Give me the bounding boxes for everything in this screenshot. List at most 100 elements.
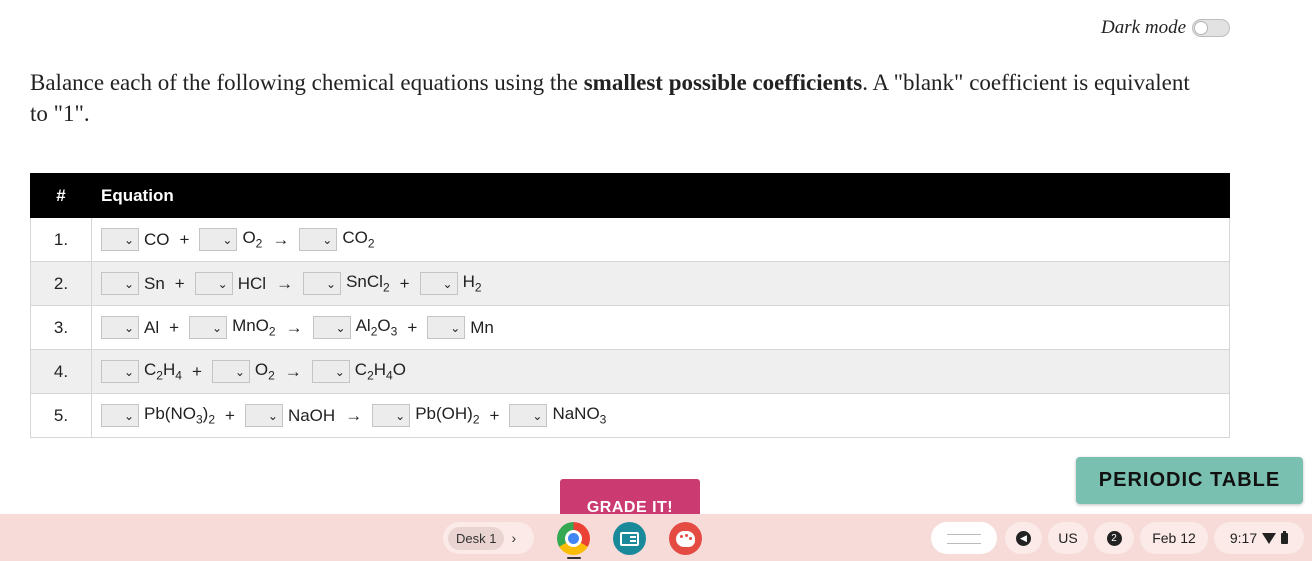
chevron-down-icon: ⌄ — [123, 320, 134, 335]
chemical-species: SnCl2 — [346, 272, 390, 295]
chevron-down-icon: ⌄ — [234, 364, 245, 379]
equation-cell: ⌄ Sn + ⌄ HCl → ⌄ SnCl2 + ⌄ H2 — [91, 261, 1230, 306]
chrome-icon[interactable] — [557, 522, 590, 555]
dark-mode-control[interactable]: Dark mode — [1101, 17, 1230, 39]
coefficient-select[interactable]: ⌄ — [189, 316, 228, 339]
chevron-down-icon: ⌄ — [322, 232, 333, 247]
instructions-text: Balance each of the following chemical e… — [30, 70, 584, 95]
chemical-species: C2H4 — [144, 360, 182, 383]
status-tray[interactable]: 9:17 — [1214, 522, 1304, 554]
plus-sign: + — [191, 361, 202, 381]
header-equation: Equation — [91, 173, 1230, 218]
chemical-species: Al2O3 — [355, 316, 398, 339]
coefficient-select[interactable]: ⌄ — [509, 404, 548, 427]
coefficient-select[interactable]: ⌄ — [194, 272, 233, 295]
table-row: 4. ⌄ C2H4 + ⌄ O2 → ⌄ C2H4O — [30, 349, 1230, 394]
chevron-down-icon: ⌄ — [123, 276, 134, 291]
chevron-down-icon: ⌄ — [123, 232, 134, 247]
active-app-indicator — [567, 557, 581, 559]
chemical-species: NaNO3 — [552, 404, 607, 427]
audio-icon: ◀ — [1016, 530, 1031, 546]
chemical-species: NaOH — [287, 405, 336, 425]
equation-cell: ⌄ CO + ⌄ O2 → ⌄ CO2 — [91, 217, 1230, 262]
row-number: 2. — [30, 261, 92, 306]
table-row: 1. ⌄ CO + ⌄ O2 → ⌄ CO2 — [30, 217, 1230, 262]
coefficient-select[interactable]: ⌄ — [311, 360, 350, 383]
yields-arrow: → — [276, 273, 294, 293]
row-number: 4. — [30, 349, 92, 394]
chevron-down-icon: ⌄ — [123, 364, 134, 379]
desk-switcher[interactable]: Desk 1 › — [443, 522, 534, 554]
coefficient-select[interactable]: ⌄ — [199, 228, 238, 251]
dark-mode-label: Dark mode — [1101, 17, 1186, 38]
chemical-species: Pb(NO3)2 — [144, 404, 216, 427]
chevron-down-icon: ⌄ — [123, 408, 134, 423]
yields-arrow: → — [284, 361, 302, 381]
coefficient-select[interactable]: ⌄ — [101, 316, 139, 339]
chemical-species: MnO2 — [232, 316, 276, 339]
yields-arrow: → — [272, 229, 290, 249]
coefficient-select[interactable]: ⌄ — [312, 316, 351, 339]
notification-pill[interactable]: 2 — [1094, 522, 1134, 554]
date-indicator[interactable]: Feb 12 — [1140, 522, 1208, 554]
coefficient-select[interactable]: ⌄ — [244, 404, 283, 427]
coefficient-select[interactable]: ⌄ — [101, 272, 139, 295]
chevron-down-icon: ⌄ — [217, 276, 228, 291]
chevron-down-icon: ⌄ — [212, 320, 223, 335]
chemical-species: Mn — [470, 317, 494, 337]
plus-sign: + — [169, 317, 180, 337]
dark-mode-toggle[interactable] — [1192, 19, 1230, 37]
plus-sign: + — [489, 405, 500, 425]
coefficient-select[interactable]: ⌄ — [303, 272, 342, 295]
toggle-knob — [1194, 21, 1208, 35]
tote-icon[interactable] — [931, 522, 997, 554]
chevron-down-icon: ⌄ — [326, 276, 337, 291]
instructions-emphasis: smallest possible coefficients — [583, 70, 863, 95]
yields-arrow: → — [285, 317, 303, 337]
yields-arrow: → — [345, 405, 363, 425]
chevron-down-icon: ⌄ — [335, 320, 346, 335]
audio-pill[interactable]: ◀ — [1005, 522, 1042, 554]
plus-sign: + — [179, 229, 190, 249]
ime-indicator[interactable]: US — [1048, 522, 1088, 554]
equation-cell: ⌄ C2H4 + ⌄ O2 → ⌄ C2H4O — [91, 349, 1230, 394]
palette-icon[interactable] — [669, 522, 702, 555]
coefficient-select[interactable]: ⌄ — [101, 404, 139, 427]
plus-sign: + — [225, 405, 235, 425]
notification-count: 2 — [1106, 530, 1122, 546]
coefficient-select[interactable]: ⌄ — [101, 360, 139, 383]
chevron-down-icon: ⌄ — [442, 276, 453, 291]
chemical-species: CO2 — [342, 228, 375, 251]
table-row: 5. ⌄ Pb(NO3)2 + ⌄ NaOH → ⌄ Pb(OH)2 + ⌄ NaNO3 — [30, 393, 1230, 438]
system-shelf: Desk 1 › ◀ US 2 Feb 12 9:17 — [0, 514, 1312, 561]
header-number: # — [30, 173, 92, 218]
plus-sign: + — [399, 273, 410, 293]
time-label: 9:17 — [1229, 530, 1258, 546]
chemical-species: CO — [144, 229, 170, 249]
chevron-down-icon: ⌄ — [222, 232, 233, 247]
coefficient-select[interactable]: ⌄ — [299, 228, 338, 251]
coefficient-select[interactable]: ⌄ — [419, 272, 458, 295]
equation-cell: ⌄ Pb(NO3)2 + ⌄ NaOH → ⌄ Pb(OH)2 + ⌄ NaNO3 — [91, 393, 1230, 438]
row-number: 5. — [30, 393, 92, 438]
classroom-icon[interactable] — [613, 522, 646, 555]
coefficient-select[interactable]: ⌄ — [101, 228, 139, 251]
coefficient-select[interactable]: ⌄ — [372, 404, 411, 427]
equation-cell: ⌄ Al + ⌄ MnO2 → ⌄ Al2O3 + ⌄ Mn — [91, 305, 1230, 350]
chemical-species: Sn — [144, 273, 165, 293]
chemical-species: O2 — [254, 360, 275, 383]
chemical-species: HCl — [237, 273, 267, 293]
coefficient-select[interactable]: ⌄ — [427, 316, 466, 339]
plus-sign: + — [174, 273, 185, 293]
chemical-species: Al — [144, 317, 160, 337]
periodic-table-button[interactable]: PERIODIC TABLE — [1076, 457, 1303, 504]
equations-table: # Equation 1. ⌄ CO + ⌄ O2 → ⌄ CO2 2. ⌄ Sn + ⌄ HCl → ⌄ SnC… — [30, 173, 1230, 438]
chemical-species: C2H4O — [354, 360, 406, 383]
row-number: 3. — [30, 305, 92, 350]
wifi-icon — [1262, 532, 1277, 544]
chevron-down-icon: ⌄ — [395, 408, 406, 423]
coefficient-select[interactable]: ⌄ — [211, 360, 250, 383]
equations-body: 1. ⌄ CO + ⌄ O2 → ⌄ CO2 2. ⌄ Sn + ⌄ HCl → ⌄ SnCl2 + ⌄ H2 3. ⌄ Al… — [30, 217, 1230, 438]
chemical-species: H2 — [462, 272, 482, 295]
chemical-species: O2 — [242, 228, 263, 251]
